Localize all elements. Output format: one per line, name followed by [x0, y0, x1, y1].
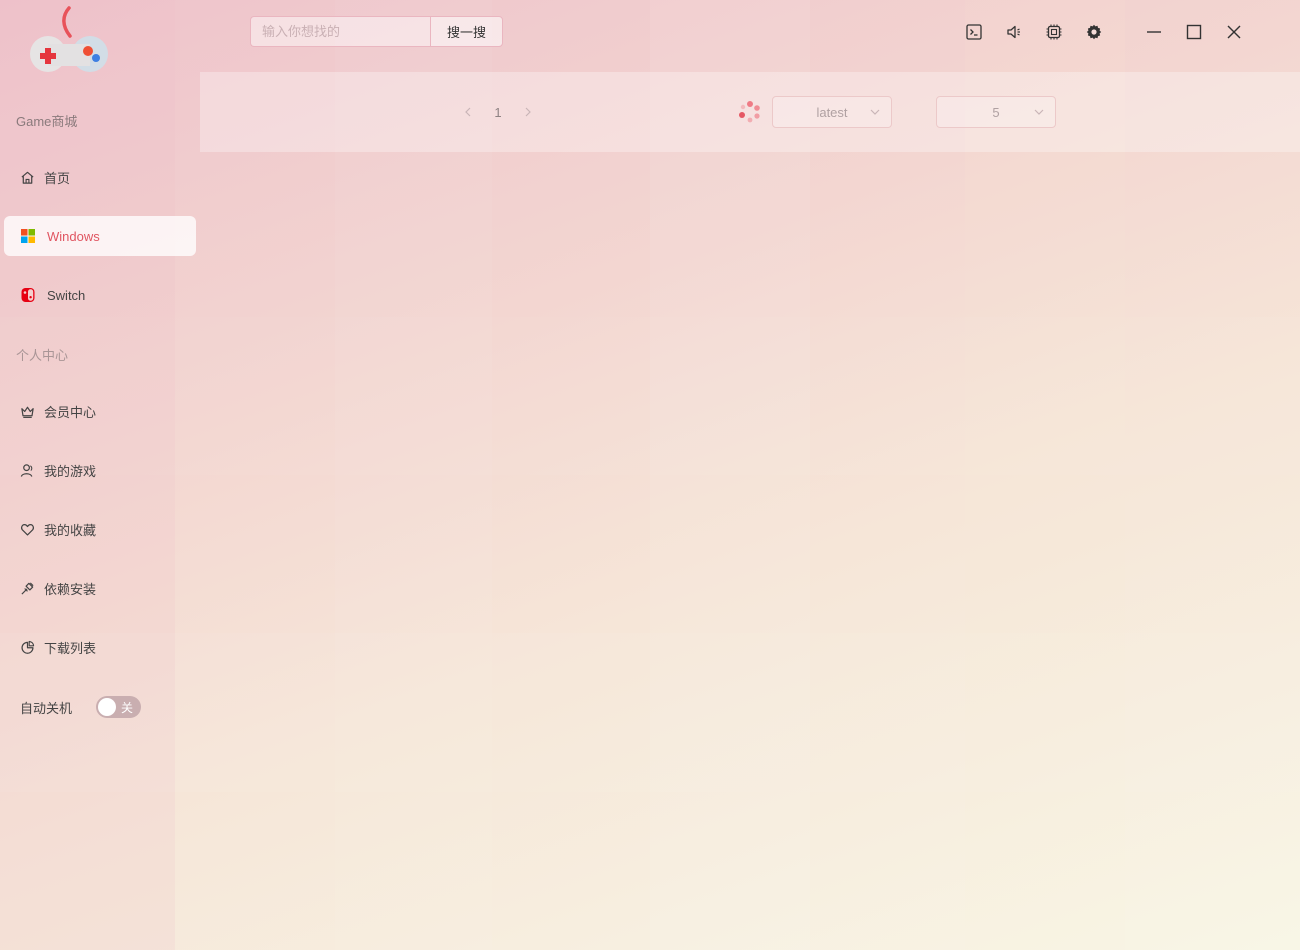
loading-spinner-icon [738, 100, 762, 124]
sidebar-item-label: 会员中心 [44, 404, 97, 420]
sort-select-value: latest [816, 104, 848, 120]
window-controls [1140, 18, 1260, 46]
pie-chart-icon [19, 639, 35, 655]
sidebar-item-downloads[interactable]: 下载列表 [4, 627, 196, 667]
minimize-icon[interactable] [1140, 18, 1168, 46]
chip-icon[interactable] [1042, 20, 1066, 44]
sidebar-item-label: 我的游戏 [44, 463, 97, 479]
chevron-right-icon [525, 107, 531, 117]
sidebar-item-switch[interactable]: Switch [4, 275, 196, 315]
volume-icon[interactable] [1002, 20, 1026, 44]
pagination-next-button[interactable] [518, 102, 538, 122]
sidebar: Game商城 首页 Windows Switch 个人中心 会员中心 我的游戏 [0, 72, 200, 950]
sidebar-item-dependencies[interactable]: 依赖安装 [4, 568, 196, 608]
section-label-personal: 个人中心 [16, 348, 69, 363]
section-label-store: Game商城 [16, 114, 78, 129]
plug-icon [19, 580, 35, 596]
sidebar-item-home[interactable]: 首页 [4, 157, 196, 197]
heart-icon [19, 521, 35, 537]
sidebar-item-label: 我的收藏 [44, 522, 97, 538]
auto-shutdown-toggle[interactable]: 关 [96, 696, 142, 718]
sidebar-item-label: 首页 [44, 170, 71, 186]
sidebar-item-label: 依赖安装 [44, 581, 97, 597]
sidebar-item-favorites[interactable]: 我的收藏 [4, 509, 196, 549]
sidebar-item-label: 下载列表 [44, 640, 97, 656]
sidebar-item-membership[interactable]: 会员中心 [4, 391, 196, 431]
close-icon[interactable] [1220, 18, 1248, 46]
search-bar: 搜一搜 [250, 16, 503, 47]
maximize-icon[interactable] [1180, 18, 1208, 46]
titlebar-tools [962, 20, 1122, 44]
toggle-knob [98, 698, 117, 716]
pagination: 1 [458, 102, 538, 122]
sidebar-item-label: Switch [47, 287, 86, 303]
app-logo [26, 6, 116, 76]
switch-logo-icon [19, 286, 37, 304]
sidebar-item-label: Windows [47, 228, 100, 244]
pagination-current-page[interactable]: 1 [478, 105, 518, 120]
toggle-state-text: 关 [121, 701, 134, 715]
auto-shutdown-label: 自动关机 [20, 700, 73, 716]
auto-shutdown-row: 自动关机 关 [20, 696, 142, 718]
chevron-down-icon [1034, 109, 1044, 115]
search-button[interactable]: 搜一搜 [430, 16, 503, 47]
home-icon [19, 169, 35, 185]
terminal-icon[interactable] [962, 20, 986, 44]
pagination-prev-button[interactable] [458, 102, 478, 122]
sort-select[interactable]: latest [772, 96, 892, 128]
user-icon [19, 462, 35, 478]
crown-icon [19, 403, 35, 419]
chevron-down-icon [870, 109, 880, 115]
chevron-left-icon [465, 107, 471, 117]
page-size-select-value: 5 [992, 104, 1000, 120]
windows-logo-icon [19, 227, 37, 245]
sidebar-item-my-games[interactable]: 我的游戏 [4, 450, 196, 490]
sidebar-item-windows[interactable]: Windows [4, 216, 196, 256]
page-size-select[interactable]: 5 [936, 96, 1056, 128]
main-toolbar-panel: 1 latest 5 [200, 72, 1300, 152]
search-input[interactable] [250, 16, 430, 47]
settings-icon[interactable] [1082, 20, 1106, 44]
